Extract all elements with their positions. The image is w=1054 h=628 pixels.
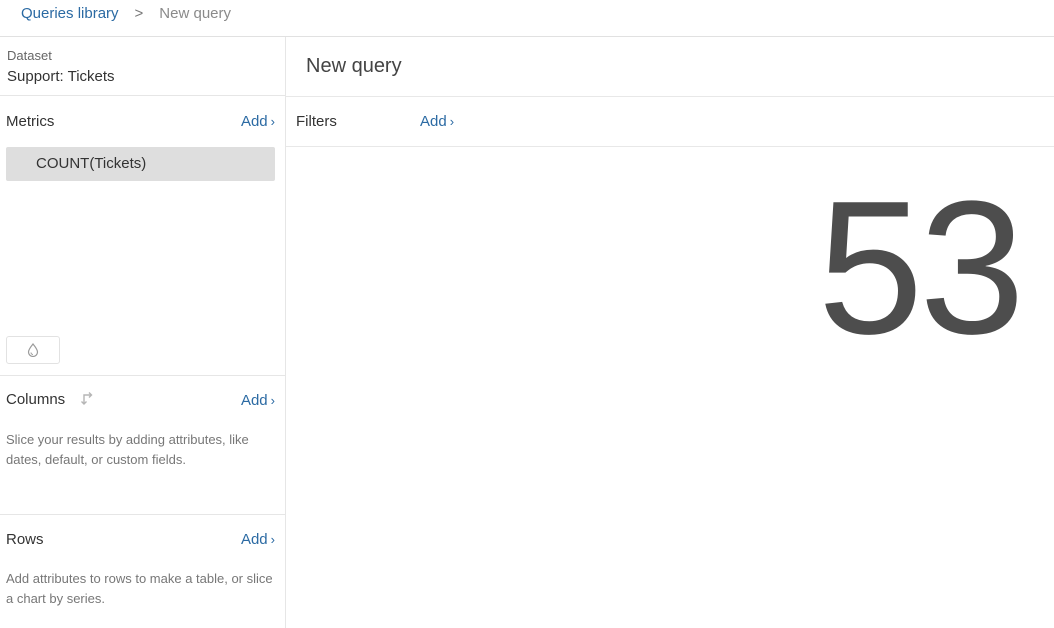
columns-section: Columns Add › Slice your results by addin… <box>0 376 285 515</box>
metrics-section: Metrics Add › COUNT(Tickets) <box>0 96 285 376</box>
columns-add-label: Add <box>240 391 268 409</box>
dataset-section: Dataset Support: Tickets <box>0 37 285 96</box>
chevron-right-icon: › <box>270 531 275 547</box>
dataset-label: Dataset <box>7 48 52 63</box>
metric-item[interactable]: COUNT(Tickets) <box>6 147 275 181</box>
dataset-value[interactable]: Support: Tickets <box>7 68 285 85</box>
breadcrumb: Queries library > New query <box>0 0 1054 37</box>
columns-add-button[interactable]: Add › <box>241 392 275 409</box>
columns-title-wrap: Columns <box>6 390 95 410</box>
rows-add-label: Add <box>240 530 268 548</box>
color-drop-icon <box>27 343 39 357</box>
breadcrumb-separator: > <box>134 5 144 22</box>
rows-hint: Add attributes to rows to make a table, … <box>6 571 273 606</box>
result-value: 53 <box>817 162 1025 374</box>
chevron-right-icon: › <box>270 392 275 408</box>
filters-add-label: Add <box>420 113 447 130</box>
metrics-title: Metrics <box>6 112 55 130</box>
metrics-add-label: Add <box>240 112 268 130</box>
query-sidebar: Dataset Support: Tickets Metrics Add › CO… <box>0 37 286 628</box>
rows-add-button[interactable]: Add › <box>241 531 275 548</box>
chevron-right-icon: › <box>270 113 275 129</box>
rows-section: Rows Add › Add attributes to rows to make… <box>0 515 285 628</box>
filters-label: Filters <box>296 113 337 130</box>
chevron-right-icon: › <box>449 114 455 129</box>
swap-arrows-icon[interactable] <box>79 390 95 410</box>
filters-bar: Filters Add › <box>286 97 1054 147</box>
columns-header: Columns Add › <box>6 390 275 410</box>
rows-title: Rows <box>6 530 44 548</box>
metrics-header: Metrics Add › <box>6 111 275 131</box>
breadcrumb-queries-library-link[interactable]: Queries library <box>21 5 119 22</box>
query-main: New query Filters Add › 53 <box>286 37 1054 628</box>
page-title[interactable]: New query <box>286 37 1054 97</box>
columns-hint: Slice your results by adding attributes,… <box>6 432 249 467</box>
filters-add-button[interactable]: Add › <box>420 113 454 130</box>
color-drop-button[interactable] <box>6 336 60 364</box>
breadcrumb-current: New query <box>159 5 231 22</box>
metrics-add-button[interactable]: Add › <box>241 113 275 130</box>
rows-header: Rows Add › <box>6 529 275 549</box>
columns-title: Columns <box>6 390 66 408</box>
